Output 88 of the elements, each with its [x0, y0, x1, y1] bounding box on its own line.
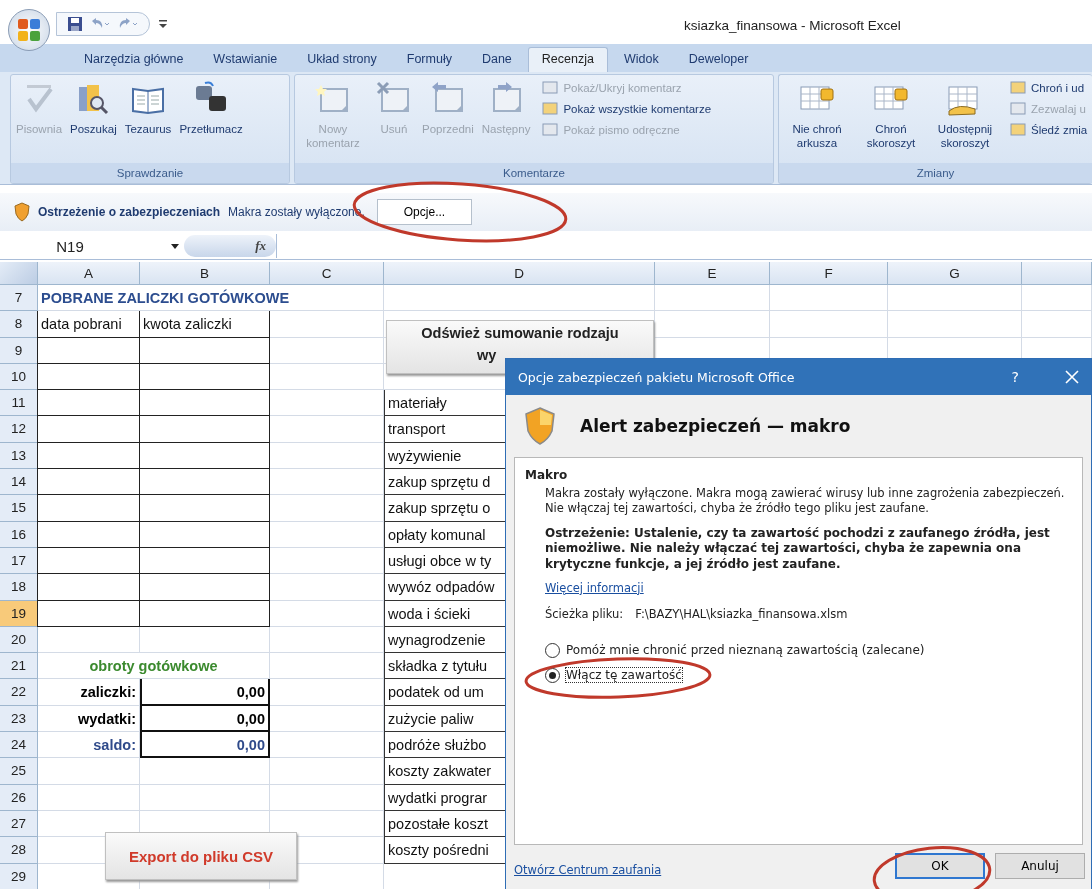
- ribbon-button[interactable]: Chroń skoroszyt: [855, 79, 927, 159]
- column-header[interactable]: D: [384, 262, 655, 285]
- name-box[interactable]: N19: [0, 237, 140, 255]
- section-title: POBRANE ZALICZKI GOTÓWKOWE: [38, 285, 384, 312]
- dialog-button[interactable]: Anuluj: [995, 853, 1085, 879]
- row-header[interactable]: 12: [0, 416, 38, 443]
- window-title: ksiazka_finansowa - Microsoft Excel: [684, 18, 901, 33]
- ribbon-button[interactable]: Chroń i ud: [1007, 79, 1090, 97]
- document-icon: [1009, 122, 1027, 138]
- row-header[interactable]: 21: [0, 653, 38, 680]
- column-header[interactable]: F: [770, 262, 888, 285]
- ribbon-tab[interactable]: Widok: [609, 47, 673, 72]
- row-header[interactable]: 15: [0, 495, 38, 522]
- document-icon: [541, 101, 560, 117]
- path-label: Ścieżka pliku:: [545, 606, 624, 621]
- dropdown-caret-icon[interactable]: [170, 242, 180, 250]
- shield-icon: [14, 202, 30, 222]
- table-cell: kwota zaliczki: [139, 311, 270, 338]
- ribbon-tab[interactable]: Formuły: [392, 47, 466, 72]
- document-icon: [541, 122, 560, 138]
- ribbon-tab[interactable]: Deweloper: [674, 47, 763, 72]
- office-button[interactable]: [8, 9, 50, 51]
- row-header[interactable]: 26: [0, 784, 38, 811]
- ribbon-tab[interactable]: Narzędzia główne: [70, 47, 198, 72]
- total-label: wydatki:: [38, 705, 140, 733]
- row-header[interactable]: 22: [0, 679, 38, 706]
- row-header[interactable]: 16: [0, 521, 38, 548]
- row-header[interactable]: 23: [0, 705, 38, 733]
- save-icon[interactable]: [67, 16, 83, 32]
- row-header[interactable]: 25: [0, 758, 38, 785]
- shield-icon: [524, 407, 556, 445]
- column-header[interactable]: E: [655, 262, 770, 285]
- column-header[interactable]: G: [888, 262, 1022, 285]
- ribbon-button[interactable]: Tezaurus: [121, 79, 175, 159]
- column-header[interactable]: C: [270, 262, 384, 285]
- ribbon-tab[interactable]: Układ strony: [293, 47, 391, 72]
- ribbon-button[interactable]: Udostępnij skoroszyt: [929, 79, 1001, 159]
- ribbon-tab[interactable]: Recenzja: [527, 47, 608, 72]
- section-heading: Makro: [525, 468, 569, 482]
- ribbon-button[interactable]: Poszukaj: [67, 79, 120, 159]
- options-button[interactable]: Opcje...: [376, 199, 473, 225]
- close-icon[interactable]: [1065, 370, 1079, 384]
- export-button[interactable]: Export do pliku CSV: [105, 832, 297, 880]
- row-header[interactable]: 18: [0, 574, 38, 601]
- ribbon-button[interactable]: Pokaż wszystkie komentarze: [539, 100, 714, 118]
- total-label: zaliczki:: [38, 679, 140, 706]
- ribbon-tab[interactable]: Wstawianie: [199, 47, 292, 72]
- row-header[interactable]: 9: [0, 337, 38, 364]
- table-cell: [1022, 285, 1092, 312]
- column-header[interactable]: B: [140, 262, 270, 285]
- ribbon-tab[interactable]: Dane: [467, 47, 526, 72]
- document-icon: [1009, 80, 1027, 96]
- help-button[interactable]: ?: [1005, 368, 1025, 386]
- security-warning-title: Ostrzeżenie o zabezpieczeniach: [38, 205, 221, 219]
- row-header[interactable]: 8: [0, 311, 38, 338]
- row-header[interactable]: 19: [0, 600, 38, 627]
- table-cell: data pobrani: [37, 311, 140, 338]
- total-label: saldo:: [38, 732, 140, 759]
- function-button[interactable]: fx: [255, 238, 266, 254]
- row-header[interactable]: 14: [0, 469, 38, 496]
- ribbon-button[interactable]: Śledź zmia: [1007, 121, 1090, 139]
- row-header[interactable]: 28: [0, 837, 38, 864]
- row-header[interactable]: 11: [0, 390, 38, 417]
- total-value: 0,00: [140, 679, 270, 706]
- more-info-link[interactable]: Więcej informacji: [545, 580, 644, 595]
- section-subtitle: obroty gotówkowe: [38, 653, 270, 680]
- total-value: 0,00: [140, 705, 270, 733]
- row-header[interactable]: 27: [0, 810, 38, 838]
- group-label: Zmiany: [779, 163, 1092, 183]
- ribbon-button[interactable]: Przetłumacz: [176, 79, 246, 159]
- radio-button[interactable]: [545, 642, 560, 658]
- customize-caret-icon[interactable]: [158, 18, 168, 30]
- row-header[interactable]: 20: [0, 626, 38, 654]
- row-header[interactable]: 17: [0, 547, 38, 575]
- group-label: Komentarze: [295, 163, 773, 183]
- row-header[interactable]: 7: [0, 285, 38, 312]
- row-header[interactable]: 13: [0, 442, 38, 470]
- document-icon: [1009, 101, 1027, 117]
- ribbon-button[interactable]: Nie chroń arkusza: [781, 79, 853, 159]
- column-header[interactable]: A: [38, 262, 140, 285]
- row-header[interactable]: 24: [0, 732, 38, 759]
- row-header[interactable]: 10: [0, 363, 38, 391]
- document-icon: [541, 80, 560, 96]
- trust-center-link[interactable]: Otwórz Centrum zaufania: [514, 863, 662, 877]
- total-value: 0,00: [140, 732, 270, 759]
- group-label: Sprawdzanie: [11, 163, 289, 183]
- row-header[interactable]: 29: [0, 863, 38, 889]
- dialog-button[interactable]: OK: [895, 853, 985, 879]
